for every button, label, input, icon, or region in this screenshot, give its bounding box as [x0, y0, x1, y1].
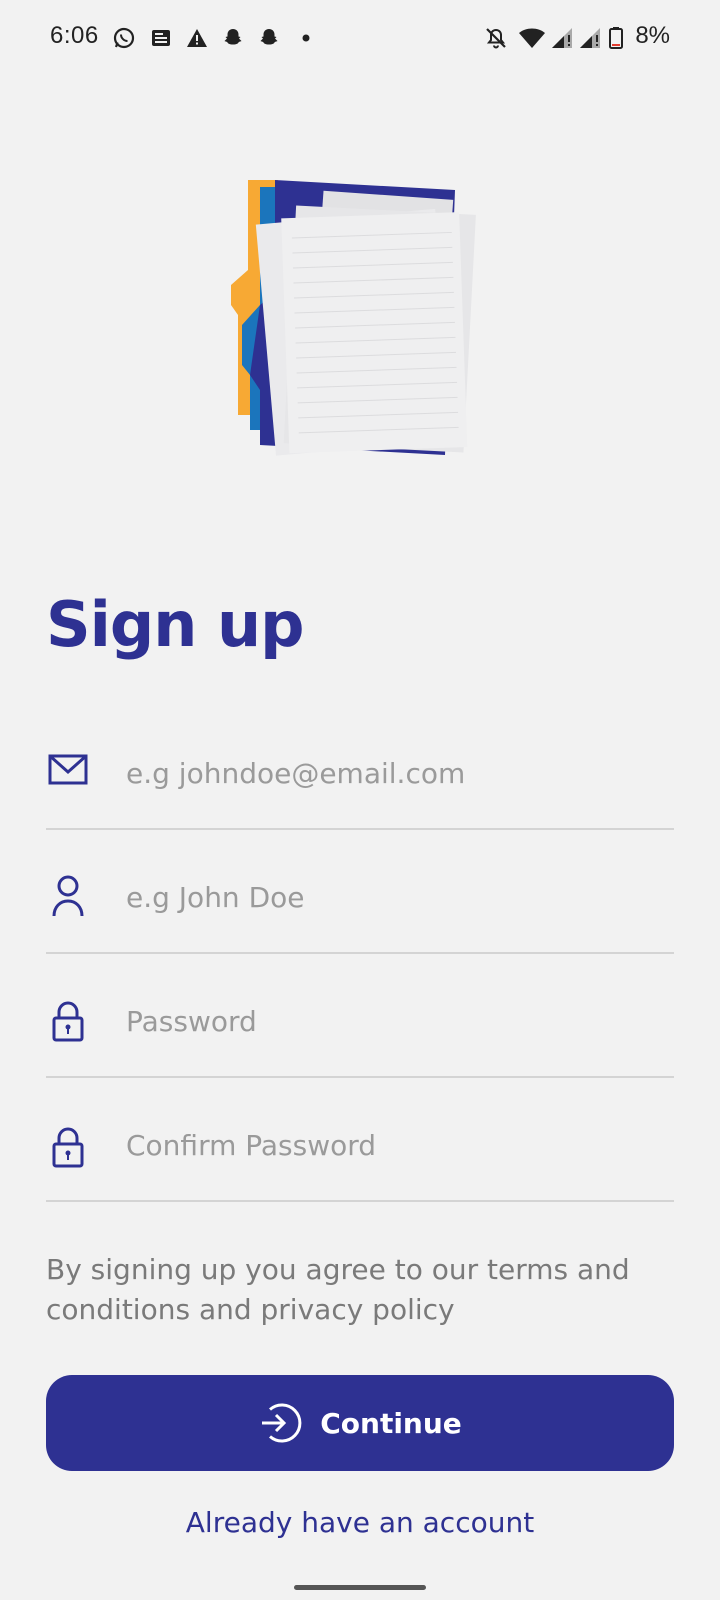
person-icon: [46, 874, 90, 918]
wifi-icon: [518, 26, 546, 50]
login-link[interactable]: Already have an account: [0, 1506, 720, 1539]
login-arrow-icon: [262, 1403, 302, 1443]
signal-icon: [578, 26, 602, 50]
warning-icon: [185, 26, 209, 50]
name-input[interactable]: [126, 862, 666, 932]
signal-icon: [550, 26, 574, 50]
snapchat-icon: [257, 26, 281, 50]
continue-button[interactable]: Continue: [46, 1375, 674, 1471]
whatsapp-icon: [112, 26, 136, 50]
home-indicator[interactable]: [294, 1585, 426, 1590]
confirm-password-field[interactable]: [46, 1110, 674, 1202]
password-input[interactable]: [126, 986, 666, 1056]
lock-icon: [46, 1124, 90, 1168]
email-field[interactable]: [46, 738, 674, 830]
news-icon: [149, 26, 173, 50]
battery-percentage: 8%: [635, 22, 670, 49]
battery-icon: [608, 26, 624, 50]
snapchat-icon: [221, 26, 245, 50]
app-logo: [230, 175, 490, 465]
lock-icon: [46, 998, 90, 1042]
terms-text: By signing up you agree to our terms and…: [46, 1253, 630, 1326]
continue-label: Continue: [320, 1406, 462, 1440]
dot-icon: [300, 26, 324, 50]
password-field[interactable]: [46, 986, 674, 1078]
status-time: 6:06: [50, 22, 99, 49]
name-field[interactable]: [46, 862, 674, 954]
mail-icon: [46, 748, 90, 792]
page-title: Sign up: [46, 588, 305, 661]
email-input[interactable]: [126, 738, 666, 808]
status-bar: 6:06 8%: [0, 0, 720, 80]
bell-off-icon: [484, 26, 508, 50]
confirm-password-input[interactable]: [126, 1110, 666, 1180]
